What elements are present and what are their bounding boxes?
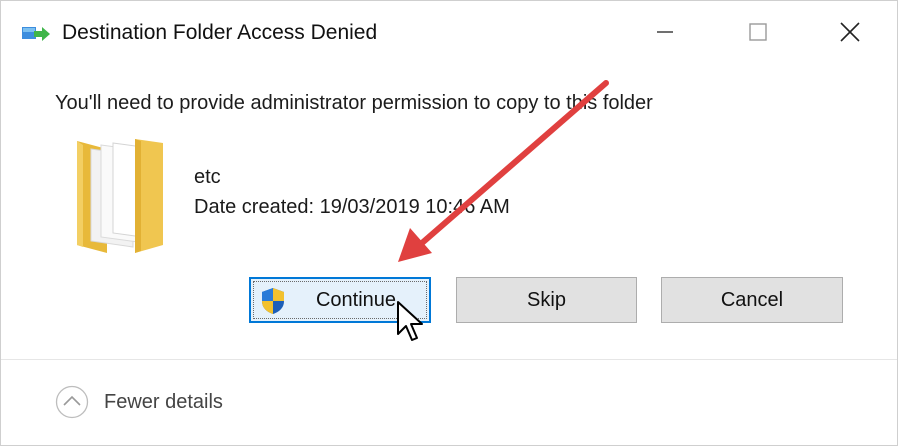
close-button[interactable] [827,7,873,57]
minimize-button[interactable] [642,7,688,57]
mouse-pointer-icon [397,301,423,341]
copy-transfer-icon [22,27,50,41]
fewer-details-link[interactable]: Fewer details [104,389,223,415]
continue-label: Continue [315,288,397,311]
item-date-created: Date created: 19/03/2019 10:46 AM [194,196,510,218]
close-icon [840,22,860,42]
permission-message: You'll need to provide administrator per… [55,92,653,114]
cancel-button[interactable]: Cancel [661,277,843,323]
uac-shield-icon [262,288,284,314]
dialog-window: Destination Folder Access Denied You'll … [0,0,898,446]
folder-icon [77,139,163,253]
window-title: Destination Folder Access Denied [62,21,378,44]
maximize-button[interactable] [735,7,781,57]
minimize-icon [657,31,673,33]
maximize-icon [749,23,767,41]
chevron-up-icon[interactable] [55,385,89,419]
skip-button[interactable]: Skip [456,277,637,323]
title-bar[interactable]: Destination Folder Access Denied [1,1,897,63]
item-name: etc [194,166,221,188]
